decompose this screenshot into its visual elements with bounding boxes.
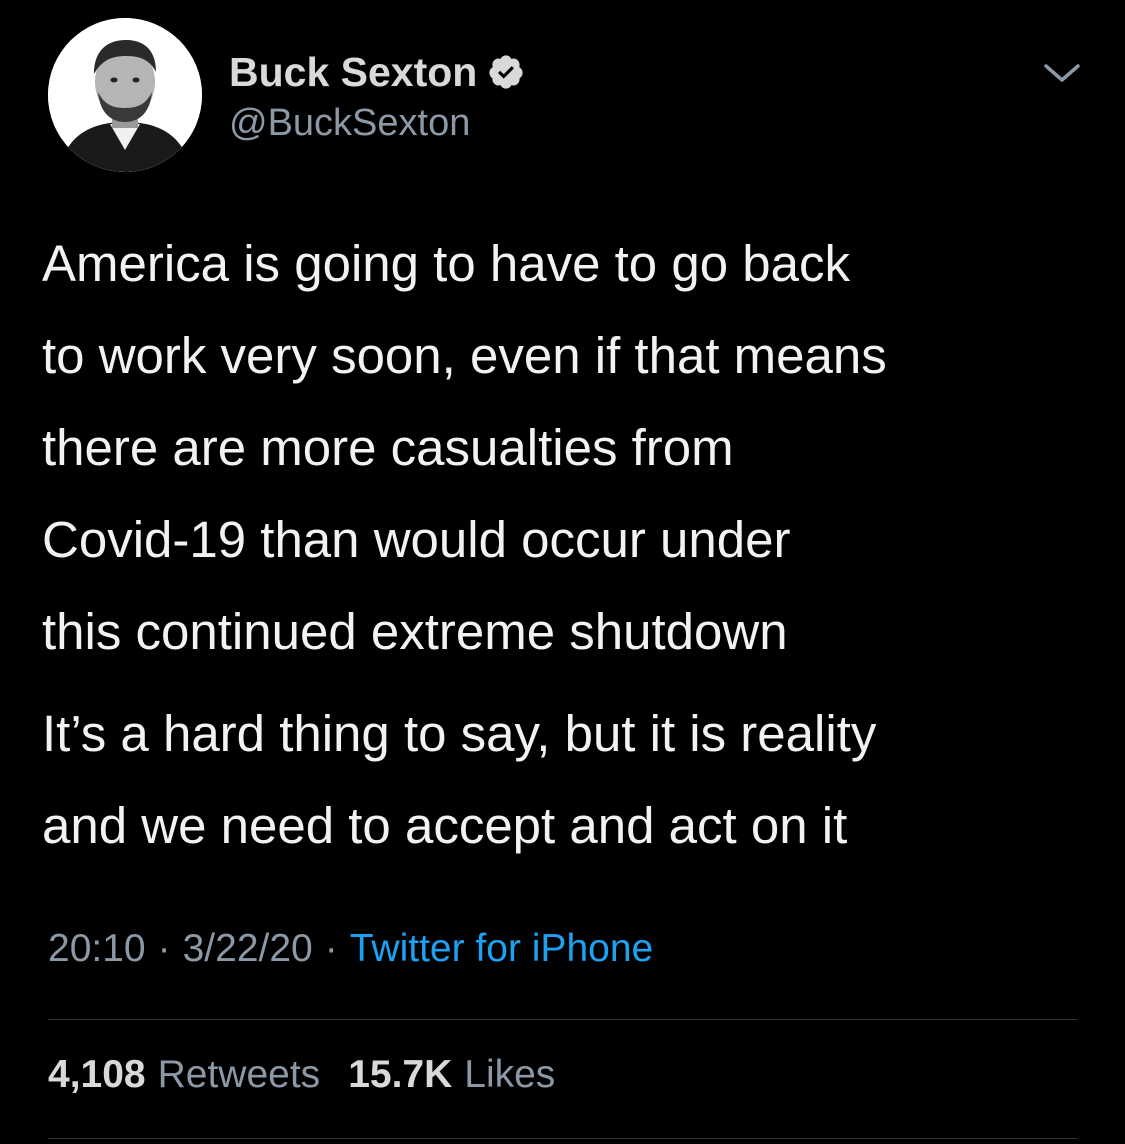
user-handle[interactable]: @BuckSexton — [229, 102, 525, 145]
separator-dot: · — [324, 927, 338, 970]
divider — [48, 1019, 1077, 1020]
likes-count: 15.7K — [348, 1053, 453, 1096]
tweet-date[interactable]: 3/22/20 — [183, 927, 313, 970]
retweets-stat[interactable]: 4,108 Retweets — [48, 1053, 320, 1096]
display-name[interactable]: Buck Sexton — [229, 49, 477, 96]
tweet-stats: 4,108 Retweets 15.7K Likes — [48, 1053, 555, 1097]
retweets-label: Retweets — [157, 1053, 321, 1096]
tweet-text: America is going to have to go back to w… — [42, 218, 1102, 872]
profile-photo-icon — [48, 18, 202, 172]
separator-dot: · — [157, 927, 171, 970]
name-row: Buck Sexton — [229, 48, 525, 96]
tweet-source-link[interactable]: Twitter for iPhone — [350, 927, 653, 970]
divider — [48, 1138, 1077, 1139]
more-options-chevron-down-icon[interactable] — [1040, 58, 1084, 88]
tweet-time[interactable]: 20:10 — [48, 927, 146, 970]
likes-label: Likes — [464, 1053, 556, 1096]
retweets-count: 4,108 — [48, 1053, 146, 1096]
verified-badge-icon — [487, 53, 525, 91]
tweet-metadata: 20:10 · 3/22/20 · Twitter for iPhone — [48, 927, 653, 971]
tweet-paragraph: America is going to have to go back to w… — [42, 235, 887, 660]
avatar[interactable] — [48, 18, 202, 172]
tweet-paragraph: It’s a hard thing to say, but it is real… — [42, 705, 877, 854]
tweet: Buck Sexton @BuckSexton America is going… — [0, 0, 1125, 1144]
likes-stat[interactable]: 15.7K Likes — [348, 1053, 555, 1096]
author-block[interactable]: Buck Sexton @BuckSexton — [229, 48, 525, 145]
